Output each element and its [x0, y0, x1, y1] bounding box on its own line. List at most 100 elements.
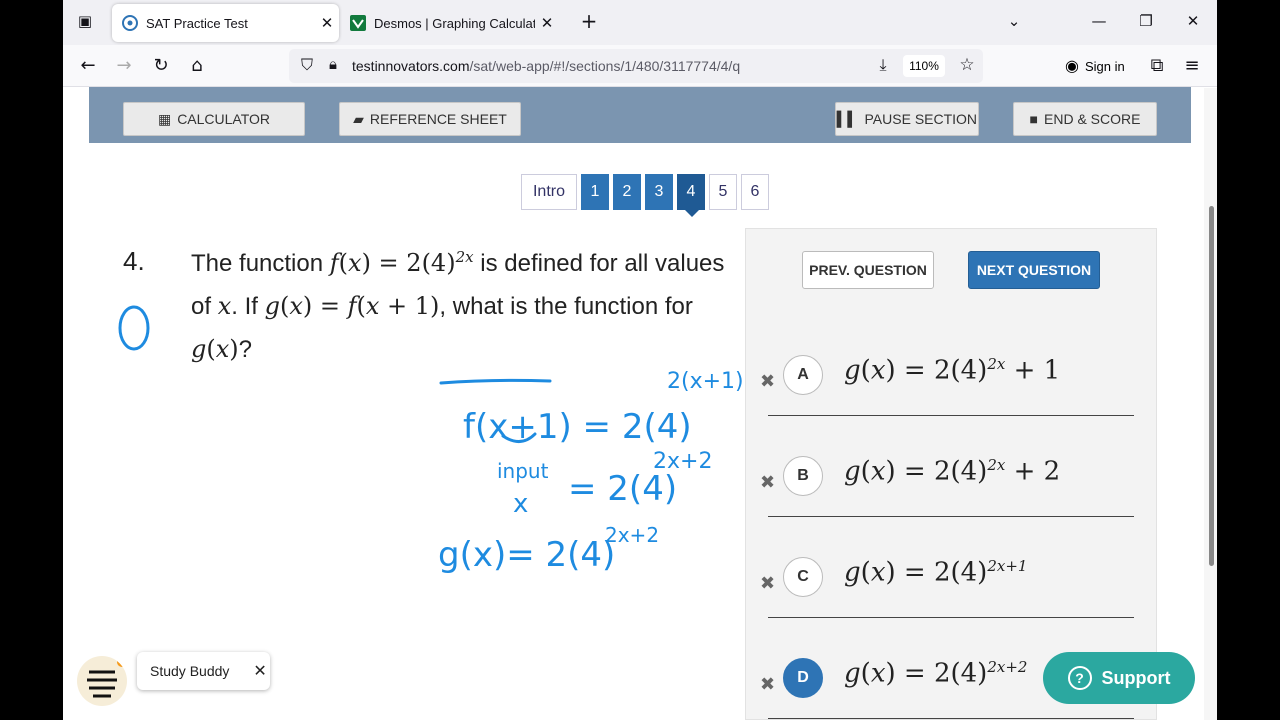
divider	[768, 617, 1134, 618]
zoom-level[interactable]: 110%	[903, 55, 945, 77]
tab-list-icon[interactable]: ▣	[75, 12, 95, 30]
address-bar[interactable]: ⛉ 🔒︎ testinnovators.com/sat/web-app/#!/s…	[289, 49, 983, 83]
tab-title: Desmos | Graphing Calculator	[374, 15, 535, 31]
choice-expression: g(x) = 2(4)2x + 1	[844, 355, 1061, 386]
navigation-bar: ← → ↻ ⌂ ⛉ 🔒︎ testinnovators.com/sat/web-…	[63, 45, 1217, 87]
book-icon: ▰	[353, 110, 364, 127]
reload-icon[interactable]: ↻	[149, 55, 173, 76]
nav-question-3[interactable]: 3	[645, 174, 673, 210]
extensions-icon[interactable]: ⧉	[1145, 55, 1169, 76]
minimize-icon[interactable]: —	[1089, 12, 1109, 30]
end-score-button[interactable]: ■ END & SCORE	[1013, 102, 1157, 136]
home-icon[interactable]: ⌂	[185, 55, 209, 76]
close-tab-icon[interactable]: ✕	[315, 14, 339, 32]
choice-expression: g(x) = 2(4)2x + 2	[844, 456, 1061, 487]
url-text[interactable]: testinnovators.com/sat/web-app/#!/sectio…	[352, 58, 740, 74]
study-buddy-chip[interactable]: Study Buddy ✕	[137, 652, 270, 690]
desmos-icon	[350, 15, 366, 31]
zebra-avatar[interactable]	[77, 656, 127, 706]
choice-expression: g(x) = 2(4)2x+1	[844, 557, 1028, 588]
menu-icon[interactable]: ≡	[1180, 55, 1204, 76]
divider	[768, 415, 1134, 416]
choice-letter[interactable]: B	[783, 456, 823, 496]
study-buddy-label: Study Buddy	[150, 663, 230, 679]
divider	[768, 516, 1134, 517]
question-navigator: Intro 1 2 3 4 5 6	[521, 174, 769, 217]
sign-in-button[interactable]: ◉ Sign in	[1057, 49, 1135, 83]
reference-sheet-button[interactable]: ▰ REFERENCE SHEET	[339, 102, 521, 136]
lock-icon[interactable]: 🔒︎	[321, 55, 345, 73]
tab-strip: ▣ SAT Practice Test ✕ Desmos | Graphing …	[63, 0, 1217, 45]
shield-icon[interactable]: ⛉	[295, 55, 319, 75]
nav-intro[interactable]: Intro	[521, 174, 577, 210]
ink-line-3: g(x)= 2(4)	[438, 535, 615, 575]
strike-icon[interactable]: ✖	[760, 472, 775, 493]
forward-icon[interactable]: →	[112, 55, 136, 76]
scrollbar[interactable]	[1204, 88, 1217, 720]
download-icon[interactable]: ⤓	[871, 55, 895, 75]
strike-icon[interactable]: ✖	[760, 674, 775, 695]
ink-circle	[118, 305, 150, 351]
calculator-button[interactable]: ▦ CALCULATOR	[123, 102, 305, 136]
strike-icon[interactable]: ✖	[760, 371, 775, 392]
answer-panel: PREV. QUESTION NEXT QUESTION ✖ A g(x) = …	[745, 228, 1157, 720]
back-icon[interactable]: ←	[76, 55, 100, 76]
close-tab-icon[interactable]: ✕	[535, 14, 559, 32]
nav-question-1[interactable]: 1	[581, 174, 609, 210]
url-host: testinnovators.com	[352, 58, 470, 74]
support-label: Support	[1101, 667, 1171, 688]
answer-choice-b[interactable]: ✖ B g(x) = 2(4)2x + 2	[746, 434, 1158, 536]
question-text: The function f(x) = 2(4)2x is defined fo…	[191, 248, 725, 363]
question-number: 4.	[123, 246, 145, 276]
stop-icon: ■	[1029, 111, 1038, 127]
testinnovators-icon	[122, 15, 138, 31]
tab-sat-practice[interactable]: SAT Practice Test ✕	[112, 4, 339, 42]
reference-label: REFERENCE SHEET	[369, 111, 507, 127]
ink-line-1: f(x+1) = 2(4)	[463, 407, 692, 447]
bookmark-star-icon[interactable]: ☆	[955, 55, 979, 75]
nav-question-2[interactable]: 2	[613, 174, 641, 210]
choice-letter[interactable]: D	[783, 658, 823, 698]
next-question-button[interactable]: NEXT QUESTION	[968, 251, 1100, 289]
ink-exp-2: 2x+2	[653, 449, 712, 474]
pause-section-button[interactable]: ▍▍ PAUSE SECTION	[835, 102, 979, 136]
close-window-icon[interactable]: ✕	[1183, 12, 1203, 30]
scrollbar-thumb[interactable]	[1209, 206, 1214, 566]
ink-line-2: = 2(4)	[568, 469, 677, 509]
ink-underline	[439, 378, 552, 385]
new-tab-button[interactable]: +	[579, 9, 599, 33]
nav-question-4[interactable]: 4	[677, 174, 705, 217]
end-label: END & SCORE	[1044, 111, 1141, 127]
account-icon: ◉	[1065, 58, 1079, 75]
browser-window: ▣ SAT Practice Test ✕ Desmos | Graphing …	[63, 0, 1217, 720]
pause-label: PAUSE SECTION	[864, 111, 978, 127]
calculator-label: CALCULATOR	[177, 111, 271, 127]
ink-exp-1: 2(x+1)	[667, 369, 744, 394]
ink-input: input	[497, 459, 549, 483]
answer-choice-c[interactable]: ✖ C g(x) = 2(4)2x+1	[746, 535, 1158, 637]
chevron-down-icon[interactable]: ⌄	[1004, 12, 1024, 30]
support-button[interactable]: ? Support	[1043, 652, 1195, 704]
strike-icon[interactable]: ✖	[760, 573, 775, 594]
sign-in-label: Sign in	[1084, 58, 1125, 74]
choice-expression: g(x) = 2(4)2x+2	[844, 658, 1028, 689]
calculator-icon: ▦	[157, 110, 172, 127]
tab-title: SAT Practice Test	[146, 15, 248, 31]
close-icon[interactable]: ✕	[253, 661, 266, 681]
ink-bracket	[501, 432, 537, 443]
nav-question-5[interactable]: 5	[709, 174, 737, 210]
restore-icon[interactable]: ❐	[1136, 12, 1156, 30]
ink-x: x	[513, 489, 528, 519]
test-toolbar: ▦ CALCULATOR ▰ REFERENCE SHEET ▍▍ PAUSE …	[89, 87, 1191, 143]
url-path: /sat/web-app/#!/sections/1/480/3117774/4…	[469, 58, 741, 74]
help-icon: ?	[1067, 666, 1092, 690]
nav-question-6[interactable]: 6	[741, 174, 769, 210]
ink-exp-3: 2x+2	[605, 523, 659, 547]
pause-icon: ▍▍	[836, 110, 859, 127]
prev-question-button[interactable]: PREV. QUESTION	[802, 251, 934, 289]
answer-choice-a[interactable]: ✖ A g(x) = 2(4)2x + 1	[746, 333, 1158, 435]
divider	[768, 718, 1134, 719]
tab-desmos[interactable]: Desmos | Graphing Calculator ✕	[340, 4, 559, 42]
choice-letter[interactable]: C	[783, 557, 823, 597]
choice-letter[interactable]: A	[783, 355, 823, 395]
